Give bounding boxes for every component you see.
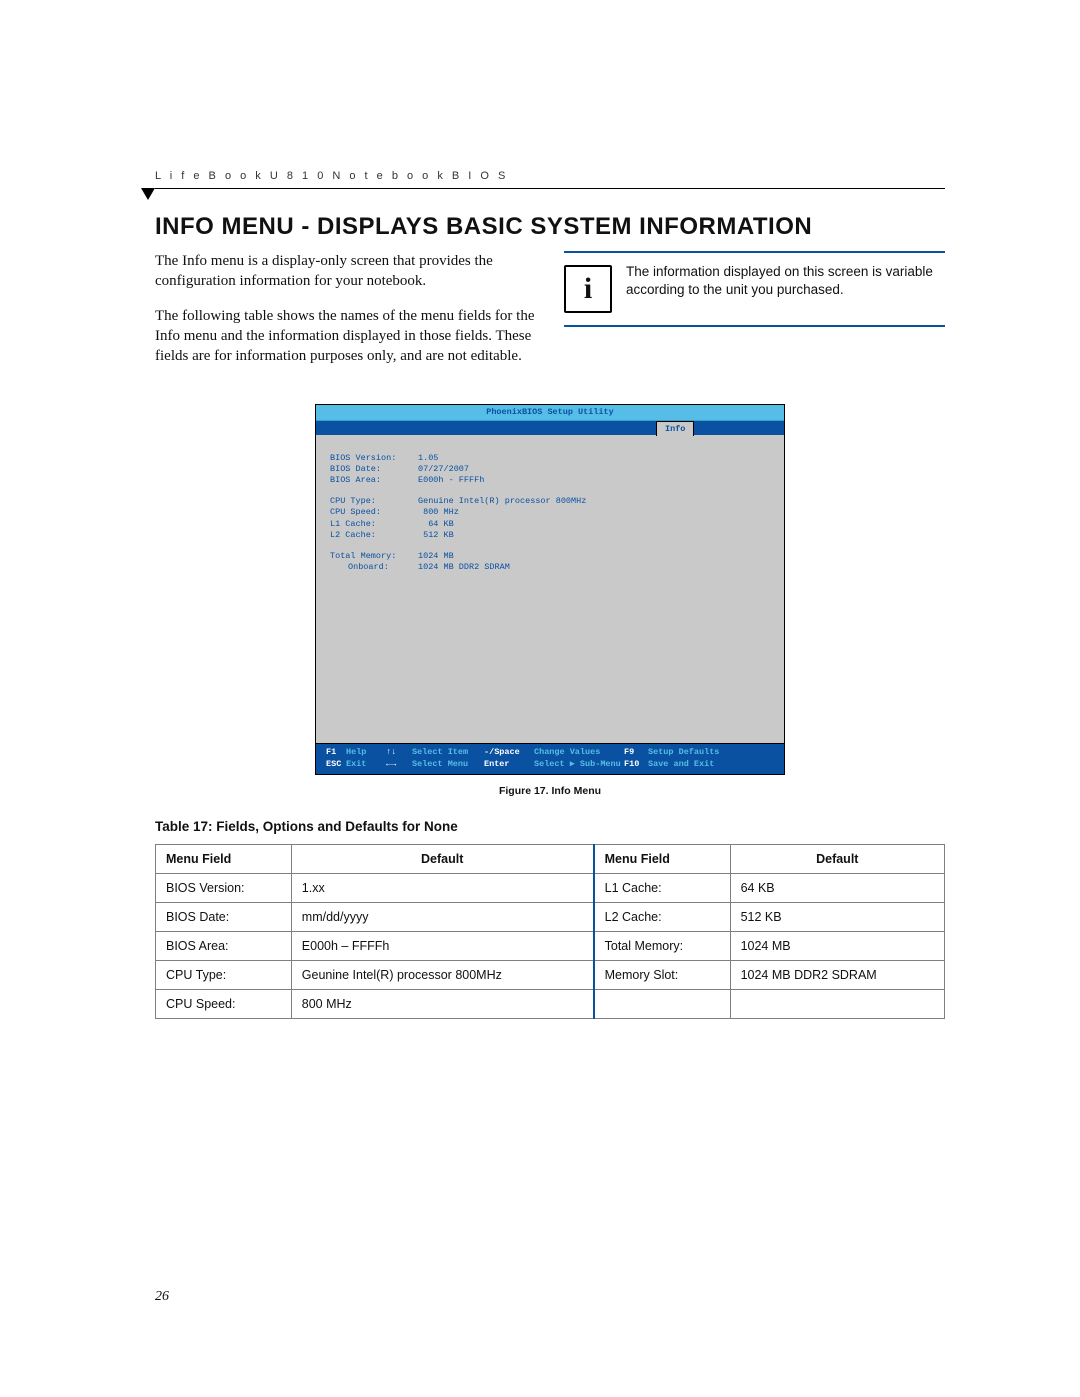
table-row: BIOS Version: 1.xx L1 Cache: 64 KB	[156, 874, 945, 903]
cell-default: 1024 MB DDR2 SDRAM	[730, 961, 944, 990]
info-icon: i	[564, 265, 612, 313]
cell-default: 800 MHz	[291, 990, 593, 1019]
cell-default	[730, 990, 944, 1019]
bios-key-label: Select ▶ Sub-Menu	[534, 759, 624, 770]
bios-key: ESC	[326, 759, 346, 770]
cell-field: BIOS Area:	[156, 932, 292, 961]
cell-field: Memory Slot:	[594, 961, 730, 990]
bios-field-value: 512 KB	[418, 530, 454, 541]
bios-field-value: 07/27/2007	[418, 464, 469, 475]
section-title: INFO MENU - DISPLAYS BASIC SYSTEM INFORM…	[155, 213, 945, 241]
bios-field-value: 1024 MB DDR2 SDRAM	[418, 562, 510, 573]
bios-body: BIOS Version:1.05 BIOS Date:07/27/2007 B…	[316, 435, 784, 744]
cell-field: CPU Type:	[156, 961, 292, 990]
note-text: The information displayed on this screen…	[626, 263, 945, 299]
bios-key: Enter	[484, 759, 534, 770]
cell-field: L2 Cache:	[594, 903, 730, 932]
bios-field-value: 1024 MB	[418, 551, 454, 562]
bios-key-label: Change Values	[534, 747, 624, 758]
table-row: BIOS Area: E000h – FFFFh Total Memory: 1…	[156, 932, 945, 961]
bios-key-label: Setup Defaults	[648, 747, 774, 758]
cell-field: Total Memory:	[594, 932, 730, 961]
bios-titlebar: PhoenixBIOS Setup Utility	[316, 405, 784, 421]
cell-default: Geunine Intel(R) processor 800MHz	[291, 961, 593, 990]
bios-field-label: BIOS Date:	[330, 464, 418, 475]
cell-field	[594, 990, 730, 1019]
th-menu-field: Menu Field	[594, 845, 730, 874]
cell-default: mm/dd/yyyy	[291, 903, 593, 932]
bios-field-label: BIOS Area:	[330, 475, 418, 486]
body-left-column: The Info menu is a display-only screen t…	[155, 251, 536, 380]
bios-field-label: CPU Type:	[330, 496, 418, 507]
body-right-column: i The information displayed on this scre…	[564, 251, 945, 380]
figure-caption: Figure 17. Info Menu	[155, 785, 945, 797]
cell-default: 1.xx	[291, 874, 593, 903]
page: L i f e B o o k U 8 1 0 N o t e b o o k …	[0, 0, 1080, 1397]
cell-default: 1024 MB	[730, 932, 944, 961]
cell-field: BIOS Date:	[156, 903, 292, 932]
bios-key: F10	[624, 759, 648, 770]
table-row: CPU Speed: 800 MHz	[156, 990, 945, 1019]
bios-field-value: 1.05	[418, 453, 438, 464]
th-default: Default	[291, 845, 593, 874]
table-title: Table 17: Fields, Options and Defaults f…	[155, 819, 945, 834]
running-head: L i f e B o o k U 8 1 0 N o t e b o o k …	[155, 170, 945, 189]
bios-field-label: L2 Cache:	[330, 530, 418, 541]
bios-field-label: L1 Cache:	[330, 519, 418, 530]
note-callout: i The information displayed on this scre…	[564, 251, 945, 327]
cell-default: E000h – FFFFh	[291, 932, 593, 961]
bios-key-label: Select Item	[412, 747, 484, 758]
info-icon-glyph: i	[584, 269, 592, 310]
bios-field-value: E000h - FFFFh	[418, 475, 484, 486]
defaults-table: Menu Field Default Menu Field Default BI…	[155, 844, 945, 1019]
cell-field: BIOS Version:	[156, 874, 292, 903]
cell-field: L1 Cache:	[594, 874, 730, 903]
bios-key-label: Save and Exit	[648, 759, 774, 770]
bios-tab-info: Info	[656, 421, 694, 436]
cell-default: 512 KB	[730, 903, 944, 932]
bios-key: F9	[624, 747, 648, 758]
bios-key-label: Select Menu	[412, 759, 484, 770]
bios-field-label: Total Memory:	[330, 551, 418, 562]
bios-field-value: 64 KB	[418, 519, 454, 530]
table-row: CPU Type: Geunine Intel(R) processor 800…	[156, 961, 945, 990]
th-menu-field: Menu Field	[156, 845, 292, 874]
table-row: BIOS Date: mm/dd/yyyy L2 Cache: 512 KB	[156, 903, 945, 932]
page-number: 26	[155, 1289, 169, 1305]
bios-footer: F1 Help ↑↓ Select Item -/Space Change Va…	[316, 744, 784, 774]
cell-default: 64 KB	[730, 874, 944, 903]
bios-field-value: Genuine Intel(R) processor 800MHz	[418, 496, 586, 507]
bios-window: PhoenixBIOS Setup Utility Info BIOS Vers…	[315, 404, 785, 775]
bios-key: F1	[326, 747, 346, 758]
bios-field-label: Onboard:	[330, 562, 418, 573]
intro-paragraph-1: The Info menu is a display-only screen t…	[155, 251, 536, 292]
bios-key: ←→	[386, 759, 412, 770]
cell-field: CPU Speed:	[156, 990, 292, 1019]
body-columns: The Info menu is a display-only screen t…	[155, 251, 945, 380]
bios-field-label: CPU Speed:	[330, 507, 418, 518]
bios-key: -/Space	[484, 747, 534, 758]
intro-paragraph-2: The following table shows the names of t…	[155, 306, 536, 367]
bios-field-value: 800 MHz	[418, 507, 459, 518]
bios-tabbar: Info	[316, 421, 784, 435]
bios-key-label: Help	[346, 747, 386, 758]
bios-field-label: BIOS Version:	[330, 453, 418, 464]
bios-key: ↑↓	[386, 747, 412, 758]
bios-key-label: Exit	[346, 759, 386, 770]
th-default: Default	[730, 845, 944, 874]
